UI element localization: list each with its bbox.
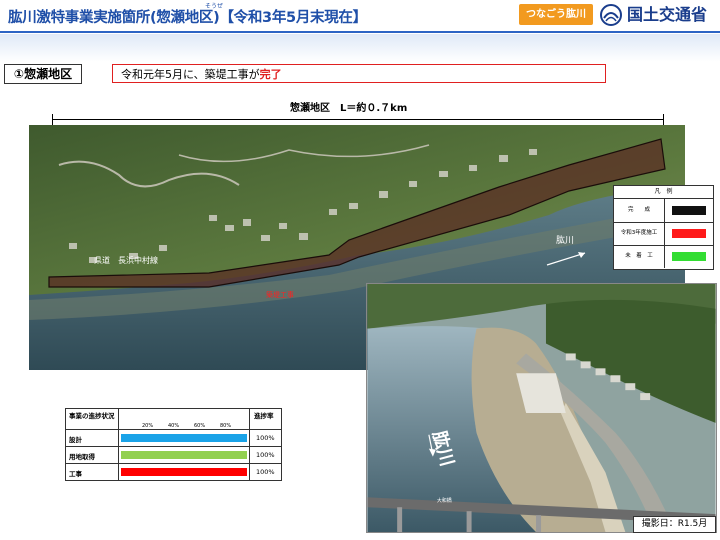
- progress-grid-line: [66, 446, 281, 447]
- progress-grid-line: [249, 409, 250, 480]
- progress-grid-line: [118, 409, 119, 480]
- legend-swatch-completed: [672, 206, 706, 215]
- river-label-map: 肱川: [556, 235, 574, 246]
- legend-item-label: 令和3年度施工: [614, 222, 665, 245]
- section-label: ①惣瀬地区: [4, 64, 82, 84]
- progress-bar-construction: [121, 468, 247, 476]
- progress-row-label: 用地取得: [69, 453, 95, 461]
- legend-item-label: 未 着 工: [614, 245, 665, 268]
- progress-grid-line: [66, 463, 281, 464]
- ministry-name: 国土交通省: [627, 5, 708, 24]
- photo-date-label: 撮影日：R1.5月: [633, 516, 716, 533]
- progress-row-value: 100%: [256, 468, 275, 476]
- length-dimension-line: [52, 119, 664, 120]
- river-photo: 肱川 大和橋: [366, 283, 717, 533]
- length-label: 惣瀬地区 L＝約０.７km: [290, 103, 408, 114]
- progress-row-label: 設計: [69, 436, 82, 444]
- status-prefix: 令和元年5月に、築堤工事が: [121, 68, 260, 81]
- progress-bar-land: [121, 451, 247, 459]
- page-title: 肱川激特事業実施箇所(惣瀬地区)【令和3年5月末現在】: [8, 10, 367, 26]
- progress-header: 事業の進捗状況: [69, 412, 115, 420]
- tsunagou-logo: つなごう肱川: [519, 4, 593, 25]
- progress-table: 事業の進捗状況 進捗率 20% 40% 60% 80% 設計 100% 用地取得…: [65, 408, 282, 481]
- legend-item: 未 着 工: [614, 245, 713, 268]
- bridge-label: 大和橋: [437, 497, 452, 504]
- legend: 凡 例 完 成 令和3年度施工 未 着 工: [613, 185, 714, 270]
- progress-bar-design: [121, 434, 247, 442]
- legend-title: 凡 例: [614, 186, 713, 199]
- progress-grid-line: [66, 429, 281, 430]
- header-background: [0, 34, 720, 62]
- progress-row-value: 100%: [256, 451, 275, 459]
- legend-swatch-r3: [672, 229, 706, 238]
- status-done: 完了: [259, 68, 282, 81]
- legend-swatch-notstarted: [672, 252, 706, 261]
- progress-row-label: 工事: [69, 470, 82, 478]
- progress-rate-header: 進捗率: [254, 412, 274, 420]
- mlit-emblem-icon: [600, 4, 622, 26]
- title-ruby: そうぜ: [205, 3, 224, 10]
- progress-row-value: 100%: [256, 434, 275, 442]
- header-divider: [0, 31, 720, 33]
- legend-item-label: 完 成: [614, 199, 665, 222]
- road-label: 県道 長浜中村線: [94, 255, 158, 265]
- legend-item: 令和3年度施工: [614, 222, 713, 246]
- status-message: 令和元年5月に、築堤工事が完了: [112, 64, 606, 83]
- levee-label: 築堤工事: [266, 290, 294, 299]
- legend-item: 完 成: [614, 199, 713, 223]
